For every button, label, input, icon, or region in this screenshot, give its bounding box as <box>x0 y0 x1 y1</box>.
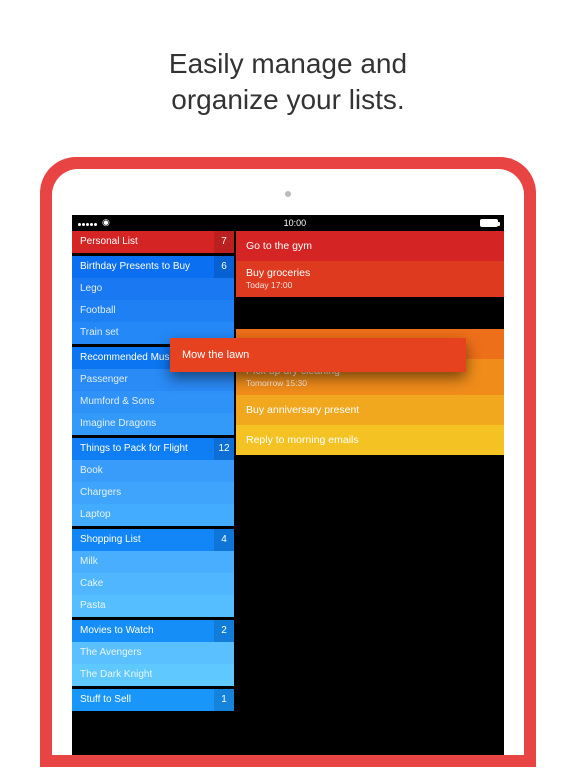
task-row[interactable]: Buy groceriesToday 17:00 <box>236 261 504 297</box>
list-header[interactable]: Birthday Presents to Buy6 <box>72 256 234 278</box>
list-count-badge: 12 <box>214 438 234 460</box>
list-header[interactable]: Movies to Watch2 <box>72 620 234 642</box>
tablet-bezel: ◉ 10:00 Personal List7Birthday Presents … <box>52 169 524 755</box>
list-header[interactable]: Things to Pack for Flight12 <box>72 438 234 460</box>
task-title: Go to the gym <box>246 240 504 252</box>
list-title: Shopping List <box>80 534 214 545</box>
camera-icon <box>285 191 291 197</box>
list-title: Movies to Watch <box>80 625 214 636</box>
task-due: Tomorrow 15:30 <box>246 378 504 388</box>
list-item[interactable]: Cake <box>72 573 234 595</box>
list-count-badge: 7 <box>214 231 234 253</box>
list-count-badge: 2 <box>214 620 234 642</box>
list-item[interactable]: Book <box>72 460 234 482</box>
wifi-icon: ◉ <box>102 217 110 228</box>
list-count-badge: 1 <box>214 689 234 711</box>
list-count-badge: 4 <box>214 529 234 551</box>
headline-line2: organize your lists. <box>171 84 404 115</box>
list-item[interactable]: The Dark Knight <box>72 664 234 686</box>
list-item[interactable]: The Avengers <box>72 642 234 664</box>
list-item[interactable]: Pasta <box>72 595 234 617</box>
list-header[interactable]: Personal List7 <box>72 231 234 253</box>
task-row <box>236 297 504 329</box>
headline-line1: Easily manage and <box>169 48 407 79</box>
task-due: Today 17:00 <box>246 280 504 290</box>
list-title: Personal List <box>80 236 214 247</box>
lists-sidebar[interactable]: Personal List7Birthday Presents to Buy6L… <box>72 231 234 755</box>
list-title: Things to Pack for Flight <box>80 443 214 454</box>
dragging-task-card[interactable]: Mow the lawn <box>170 338 466 372</box>
list-header[interactable]: Stuff to Sell1 <box>72 689 234 711</box>
list-item[interactable]: Laptop <box>72 504 234 526</box>
task-row[interactable]: Reply to morning emails <box>236 425 504 455</box>
signal-icon <box>78 218 98 228</box>
list-item[interactable]: Chargers <box>72 482 234 504</box>
marketing-headline: Easily manage and organize your lists. <box>0 0 576 157</box>
list-title: Stuff to Sell <box>80 694 214 705</box>
list-count-badge: 6 <box>214 256 234 278</box>
divider <box>72 711 234 714</box>
tasks-panel[interactable]: Go to the gymBuy groceriesToday 17:00Get… <box>236 231 504 755</box>
task-title: Buy groceries <box>246 267 504 279</box>
battery-icon <box>480 219 498 227</box>
clock: 10:00 <box>110 218 480 228</box>
status-bar: ◉ 10:00 <box>72 215 504 231</box>
list-item[interactable]: Lego <box>72 278 234 300</box>
list-item[interactable]: Passenger <box>72 369 234 391</box>
list-header[interactable]: Shopping List4 <box>72 529 234 551</box>
list-item[interactable]: Milk <box>72 551 234 573</box>
list-item[interactable]: Football <box>72 300 234 322</box>
task-title: Reply to morning emails <box>246 434 504 446</box>
dragging-task-title: Mow the lawn <box>182 349 249 361</box>
tablet-frame: ◉ 10:00 Personal List7Birthday Presents … <box>40 157 536 767</box>
list-item[interactable]: Mumford & Sons <box>72 391 234 413</box>
app-screen: ◉ 10:00 Personal List7Birthday Presents … <box>72 215 504 755</box>
list-item[interactable]: Imagine Dragons <box>72 413 234 435</box>
task-row[interactable]: Go to the gym <box>236 231 504 261</box>
list-title: Birthday Presents to Buy <box>80 261 214 272</box>
task-row[interactable]: Buy anniversary present <box>236 395 504 425</box>
task-title: Buy anniversary present <box>246 404 504 416</box>
